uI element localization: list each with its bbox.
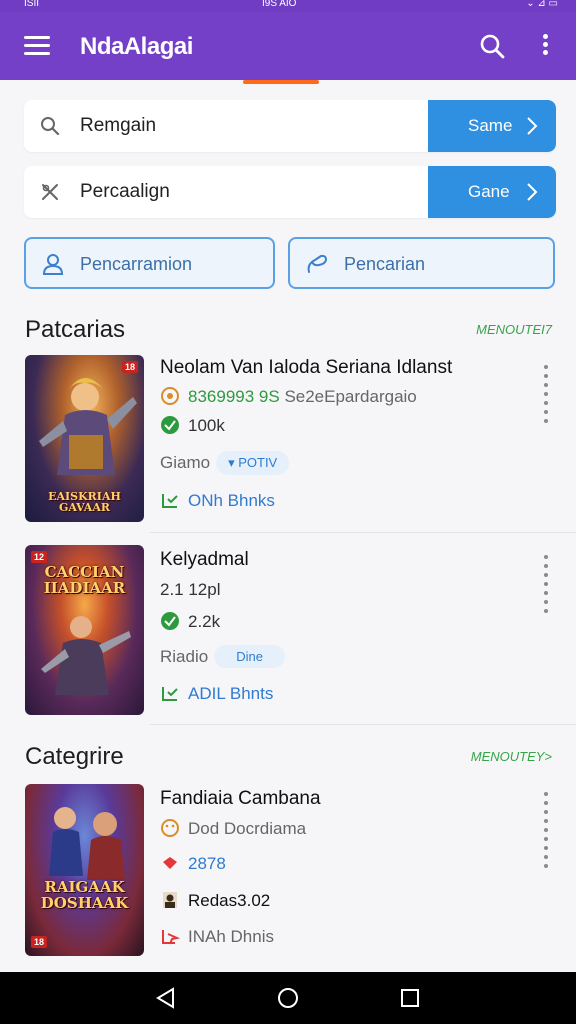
item-meta-number: 8369993 9S (188, 387, 280, 406)
search-icon (41, 117, 60, 136)
search-field-button[interactable]: Gane (428, 166, 556, 218)
back-icon[interactable] (154, 986, 178, 1010)
item-meta-text: Dod Docrdiama (188, 819, 307, 838)
home-icon[interactable] (276, 986, 300, 1010)
divider (150, 532, 576, 533)
item-title: Neolam Van Ialoda Seriana Idlanst (160, 357, 453, 378)
check-circle-icon (161, 612, 179, 630)
item-downloads-row: 2878 (160, 853, 226, 874)
link-icon (307, 254, 328, 273)
menu-icon[interactable] (24, 36, 50, 56)
search-field-text: Percaalign (80, 181, 170, 202)
section-more-link[interactable]: MENOUTEI7 (476, 322, 552, 337)
recents-icon[interactable] (398, 986, 422, 1010)
tab-indicator (243, 80, 319, 84)
chevron-right-icon (527, 117, 538, 135)
link-filter-label: Pencarian (344, 254, 426, 274)
item-tag-pill[interactable]: Dine (214, 645, 285, 668)
search-field-button[interactable]: Same (428, 100, 556, 152)
search-field-button-label: Gane (468, 182, 510, 201)
status-left: ISII (24, 0, 40, 9)
character-art (49, 807, 125, 880)
status-time: I9S AIO (262, 0, 297, 9)
close-icon (42, 184, 58, 200)
flag-icon (163, 857, 177, 869)
item-meta-row: 8369993 9S Se2eEpardargaio (160, 386, 417, 407)
search-field-2[interactable]: Percaalign Gane (24, 166, 556, 218)
user-filter-button[interactable]: Pencarramion (24, 237, 275, 289)
item-downloads-row: 100k (160, 415, 225, 436)
user-filter-label: Pencarramion (80, 254, 193, 274)
status-right: ⌄ ⊿ ▭ (526, 0, 558, 9)
game-thumbnail: 12 CACCIAN IIADIAAR (25, 545, 144, 715)
face-icon (161, 819, 179, 837)
age-badge: 12 (31, 551, 48, 563)
item-action-row[interactable]: ADIL Bhnts (160, 683, 273, 704)
rating-icon (161, 387, 179, 405)
cursor-icon (162, 930, 180, 945)
item-meta-number: 2.1 12pl (160, 580, 221, 599)
item-title: Kelyadmal (160, 549, 249, 570)
item-meta-text: Se2eEpardargaio (284, 387, 417, 406)
item-downloads-row: 2.2k (160, 611, 220, 632)
download-icon (162, 687, 178, 701)
game-thumbnail: 18 EAISKRIAH GAVAAR (25, 355, 144, 522)
more-options-icon[interactable] (538, 34, 552, 60)
section-more-link[interactable]: MENOUTEY> (471, 749, 552, 764)
search-field-text: Remgain (80, 115, 157, 136)
age-badge: 18 (121, 361, 138, 373)
item-action-label: ADIL Bhnts (188, 684, 274, 703)
user-icon (42, 254, 64, 275)
status-bar: ISII I9S AIO ⌄ ⊿ ▭ (0, 0, 576, 12)
item-title: Fandiaia Cambana (160, 788, 321, 809)
item-downloads: 2.2k (188, 612, 221, 631)
thumbnail-title: EAISKRIAH GAVAAR (48, 489, 121, 515)
item-tag-row: Riadio Dine (160, 645, 285, 668)
person-icon (163, 892, 177, 908)
section-title: Categrire (25, 743, 124, 770)
item-action-label: ONh Bhnks (188, 491, 275, 510)
link-filter-button[interactable]: Pencarian (288, 237, 555, 289)
item-tag-label: Redas3.02 (188, 891, 271, 910)
thumbnail-title: CACCIAN IIADIAAR (43, 563, 126, 597)
item-tag-label: Giamo (160, 453, 211, 472)
thumbnail-title: RAIGAAK DOSHAAK (40, 878, 129, 912)
item-action-row[interactable]: ONh Bhnks (160, 490, 275, 511)
check-circle-icon (161, 416, 179, 434)
chevron-right-icon (527, 183, 538, 201)
item-action-row[interactable]: INAh Dhnis (160, 926, 274, 947)
item-action-label: INAh Dhnis (188, 927, 274, 946)
app-bar: NdaAlagai (0, 12, 576, 80)
item-meta-row: Dod Docrdiama (160, 818, 306, 839)
item-tag-pill[interactable]: ▾ POTIV (216, 451, 290, 475)
item-downloads: 2878 (188, 854, 226, 873)
search-icon[interactable] (478, 32, 506, 60)
item-meta-row: 2.1 12pl (160, 580, 221, 600)
item-tag-row: Redas3.02 (160, 890, 270, 911)
age-badge: 18 (31, 936, 48, 948)
item-more-icon[interactable] (542, 555, 550, 618)
navigation-bar (0, 972, 576, 1024)
search-field-1[interactable]: Remgain Same (24, 100, 556, 152)
item-more-icon[interactable] (542, 792, 550, 873)
search-field-button-label: Same (468, 116, 513, 135)
item-tag-label: Riadio (160, 647, 209, 666)
download-icon (162, 494, 178, 508)
section-title: Patcarias (25, 316, 126, 343)
game-thumbnail: 18 RAIGAAK DOSHAAK (25, 784, 144, 956)
app-title: NdaAlagai (80, 33, 193, 60)
divider (150, 724, 576, 725)
item-tag-row: Giamo ▾ POTIV (160, 451, 290, 475)
item-more-icon[interactable] (542, 365, 550, 428)
item-downloads: 100k (188, 416, 225, 435)
